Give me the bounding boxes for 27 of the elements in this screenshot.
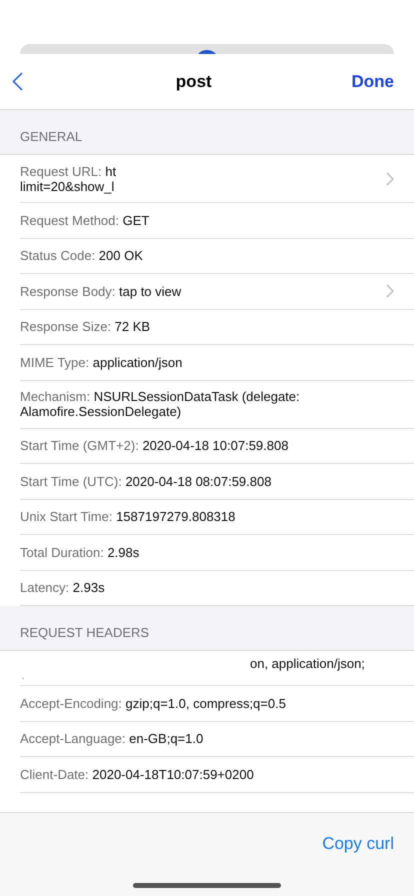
detail-text: Mechanism: NSURLSessionDataTask (delegate: Alamofire.SessionDelegate) <box>20 389 300 419</box>
detail-text: Unix Start Time: 1587197279.808318 <box>20 509 236 524</box>
detail-text: Status Code: 200 OK <box>20 248 143 264</box>
detail-text: Start Time (GMT+2): 2020-04-18 10:07:59.808 <box>20 438 288 454</box>
copy-curl-button[interactable]: Copy curl <box>322 831 394 856</box>
header-text: on, application/json; <box>250 656 366 671</box>
detail-text: Request URL: ht limit=20&show_l <box>20 164 116 194</box>
detail-text: Request Method: GET <box>20 212 150 228</box>
detail-row[interactable]: Response Body: tap to view <box>20 274 414 310</box>
nav-title: post <box>176 70 212 93</box>
chevron-icon <box>386 172 394 186</box>
section-header: GENERAL <box>0 110 414 155</box>
detail-row[interactable]: Request URL: ht limit=20&show_l <box>20 155 414 203</box>
header-text: . <box>22 671 26 681</box>
section-header: REQUEST HEADERS <box>0 606 414 651</box>
back-chevron-icon <box>12 72 23 91</box>
chevron-icon <box>386 284 394 298</box>
detail-text: Client-Date: 2020-04-18T10:07:59+0200 <box>20 766 254 782</box>
detail-text: Latency: 2.93s <box>20 580 105 596</box>
done-button[interactable]: Done <box>351 68 402 94</box>
detail-text: Start Time (UTC): 2020-04-18 08:07:59.808 <box>20 474 272 489</box>
detail-text: Accept-Language: en-GB;q=1.0 <box>20 731 204 746</box>
detail-text: Total Duration: 2.98s <box>20 544 140 560</box>
detail-text: MIME Type: application/json <box>20 354 182 370</box>
detail-text: Response Body: tap to view <box>20 284 182 299</box>
detail-text: Response Size: 72 KB <box>20 319 150 334</box>
detail-text: Accept-Encoding: gzip;q=1.0, compress;q=0.5 <box>20 696 286 711</box>
